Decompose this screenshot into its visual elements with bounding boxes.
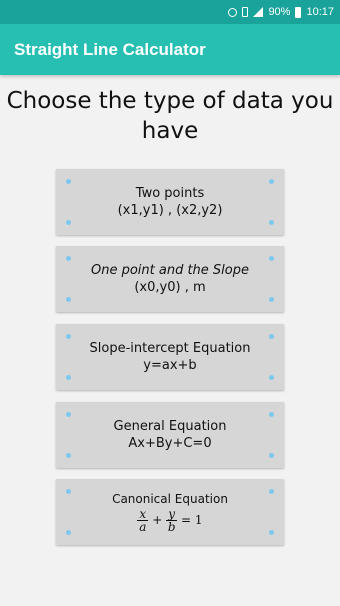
option-title: One point and the Slope (90, 263, 249, 278)
option-title: Slope-intercept Equation (89, 341, 251, 356)
corner-dot (269, 334, 274, 339)
app-bar: Straight Line Calculator (0, 24, 340, 75)
corner-dot (269, 412, 274, 417)
option-slope-intercept[interactable]: Slope-intercept Equation y=ax+b (56, 324, 284, 390)
corner-dot (66, 256, 71, 261)
option-subtitle: (x0,y0) , m (134, 280, 206, 295)
fraction-x-over-a: x a (137, 508, 149, 534)
fraction-y-over-b: y b (166, 508, 178, 534)
corner-dot (269, 256, 274, 261)
corner-dot (66, 297, 71, 302)
equals-one: = 1 (181, 513, 203, 527)
option-subtitle: (x1,y1) , (x2,y2) (117, 203, 223, 218)
corner-dot (269, 453, 274, 458)
corner-dot (269, 297, 274, 302)
option-subtitle: Ax+By+C=0 (128, 436, 212, 451)
denominator: b (167, 520, 176, 534)
option-subtitle: y=ax+b (143, 358, 197, 373)
battery-percentage: 90% (268, 6, 291, 18)
battery-icon (295, 6, 302, 18)
corner-dot (66, 412, 71, 417)
corner-dot (66, 453, 71, 458)
option-general-equation[interactable]: General Equation Ax+By+C=0 (56, 402, 284, 468)
page-heading: Choose the type of data you have (6, 88, 334, 144)
option-point-slope[interactable]: One point and the Slope (x0,y0) , m (56, 246, 284, 312)
corner-dot (66, 530, 71, 535)
corner-dot (66, 334, 71, 339)
option-canonical-equation[interactable]: Canonical Equation x a + y b = 1 (56, 479, 284, 545)
corner-dot (269, 530, 274, 535)
plus-sign: + (152, 513, 163, 527)
vibrate-icon (242, 7, 249, 17)
option-title: General Equation (113, 419, 227, 434)
corner-dot (269, 179, 274, 184)
corner-dot (66, 489, 71, 494)
option-two-points[interactable]: Two points (x1,y1) , (x2,y2) (56, 169, 284, 235)
corner-dot (269, 220, 274, 225)
corner-dot (66, 220, 71, 225)
app-title: Straight Line Calculator (14, 39, 206, 59)
status-bar: 90% 10:17 (0, 0, 340, 24)
option-title: Canonical Equation (112, 492, 228, 506)
canonical-formula: x a + y b = 1 (137, 508, 203, 534)
alarm-icon (228, 7, 238, 17)
corner-dot (269, 375, 274, 380)
corner-dot (66, 179, 71, 184)
clock: 10:17 (306, 6, 334, 18)
signal-icon (253, 7, 264, 17)
corner-dot (269, 489, 274, 494)
corner-dot (66, 375, 71, 380)
denominator: a (139, 520, 147, 534)
option-title: Two points (135, 186, 205, 201)
